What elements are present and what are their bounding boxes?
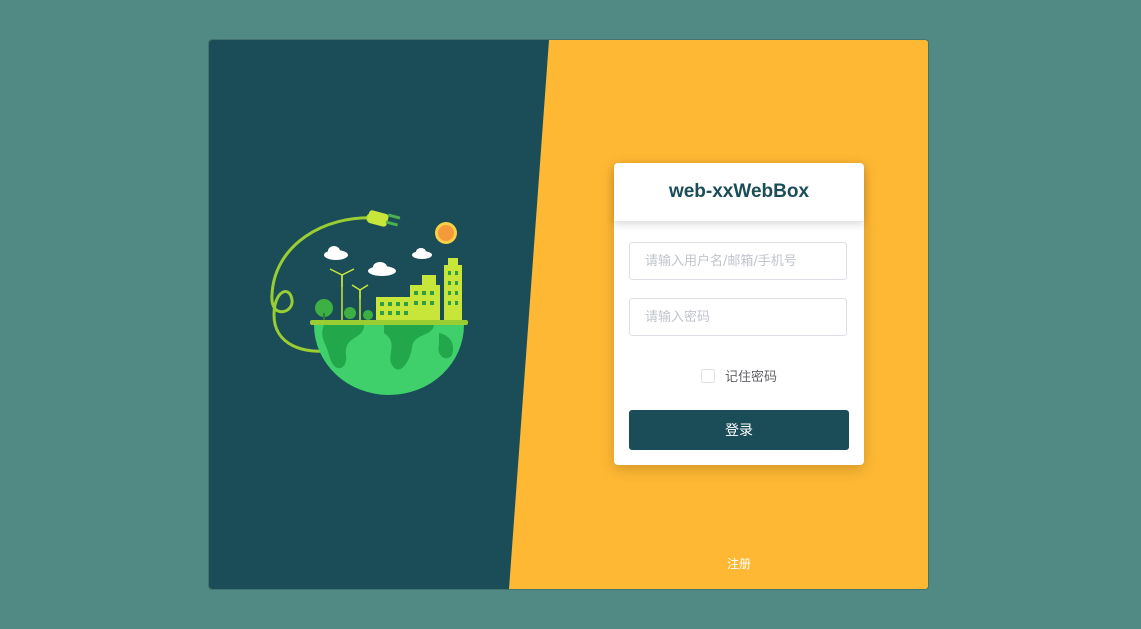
eco-earth-plug-illustration (270, 210, 468, 395)
login-frame: web-xxWebBox 记住密码 登录 注册 (209, 40, 928, 589)
login-card: web-xxWebBox 记住密码 登录 (614, 163, 864, 465)
password-field[interactable] (629, 298, 847, 336)
remember-checkbox[interactable] (700, 368, 715, 383)
remember-label[interactable]: 记住密码 (725, 366, 777, 385)
plug-icon (366, 210, 401, 227)
register-link[interactable]: 注册 (614, 555, 864, 572)
username-input[interactable] (630, 243, 846, 279)
password-input[interactable] (630, 299, 846, 335)
card-header: web-xxWebBox (614, 163, 864, 221)
username-field[interactable] (629, 242, 847, 280)
app-title: web-xxWebBox (668, 181, 810, 202)
remember-password[interactable]: 记住密码 (614, 366, 864, 385)
login-button[interactable]: 登录 (629, 410, 849, 450)
